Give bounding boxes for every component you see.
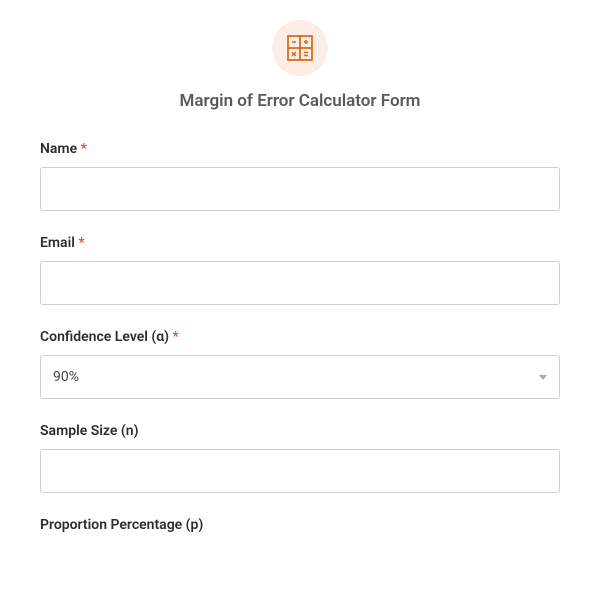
name-group: Name * — [40, 141, 560, 211]
name-label: Name * — [40, 141, 560, 157]
page-title: Margin of Error Calculator Form — [40, 91, 560, 111]
sample-size-field[interactable] — [40, 449, 560, 493]
proportion-label: Proportion Percentage (p) — [40, 517, 560, 533]
proportion-label-text: Proportion Percentage (p) — [40, 517, 203, 533]
proportion-group: Proportion Percentage (p) — [40, 517, 560, 533]
calculator-icon — [286, 34, 314, 62]
confidence-label: Confidence Level (α) * — [40, 329, 560, 345]
required-mark: * — [81, 141, 87, 157]
name-label-text: Name — [40, 141, 77, 157]
email-field[interactable] — [40, 261, 560, 305]
required-mark: * — [173, 329, 179, 345]
sample-size-group: Sample Size (n) — [40, 423, 560, 493]
name-field[interactable] — [40, 167, 560, 211]
confidence-group: Confidence Level (α) * 90% — [40, 329, 560, 399]
confidence-select[interactable]: 90% — [40, 355, 560, 399]
calculator-icon-circle — [272, 20, 328, 76]
required-mark: * — [78, 235, 84, 251]
email-label: Email * — [40, 235, 560, 251]
sample-size-label: Sample Size (n) — [40, 423, 560, 439]
sample-size-label-text: Sample Size (n) — [40, 423, 139, 439]
chevron-down-icon — [539, 375, 547, 380]
email-group: Email * — [40, 235, 560, 305]
confidence-label-text: Confidence Level (α) — [40, 329, 169, 345]
confidence-selected-value: 90% — [53, 369, 79, 385]
email-label-text: Email — [40, 235, 75, 251]
form-container: Margin of Error Calculator Form Name * E… — [0, 0, 600, 577]
